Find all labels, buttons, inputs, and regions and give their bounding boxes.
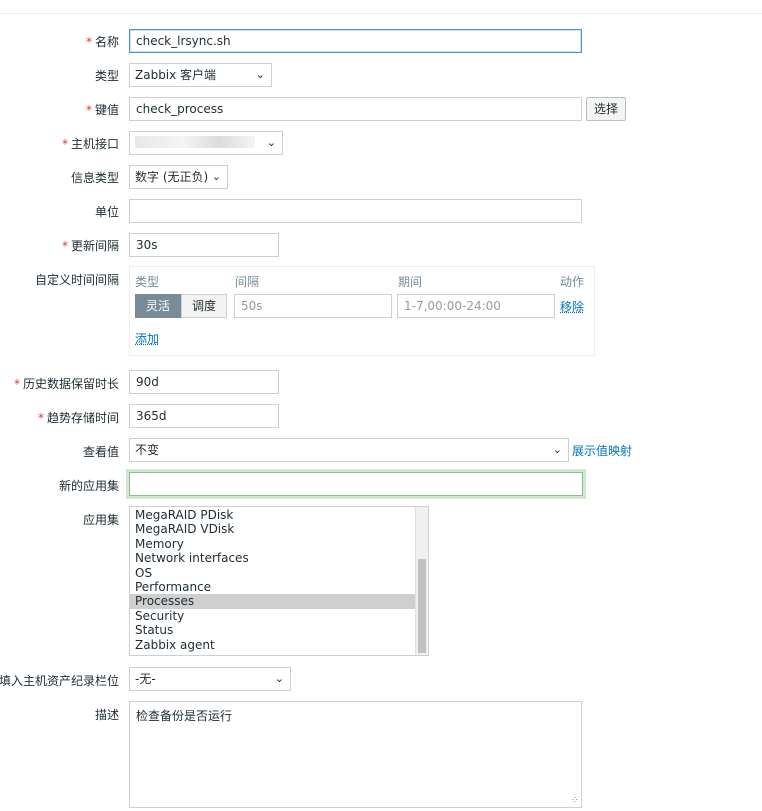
remove-interval-link[interactable]: 移除 <box>560 298 584 315</box>
applications-listbox[interactable]: MegaRAID PDisk MegaRAID VDisk Memory Networ… <box>129 506 429 656</box>
type-select[interactable]: Zabbix 客户端 ⌄ <box>129 63 272 87</box>
top-divider <box>0 13 762 14</box>
info-type-value: 数字 (无正负) <box>135 170 209 184</box>
show-value-value: 不变 <box>135 443 160 457</box>
info-type-select[interactable]: 数字 (无正负) ⌄ <box>129 165 228 189</box>
value-mapping-link[interactable]: 展示值映射 <box>572 442 632 459</box>
new-application-input[interactable] <box>126 469 586 499</box>
host-interface-label: * 主机接口 <box>61 137 119 151</box>
add-interval-link[interactable]: 添加 <box>135 330 159 347</box>
key-label: * 键值 <box>85 103 119 117</box>
type-select-value: Zabbix 客户端 <box>135 68 217 82</box>
application-option[interactable]: Status <box>130 623 415 637</box>
name-input[interactable]: check_lrsync.sh <box>129 29 582 53</box>
units-label: 单位 <box>94 205 119 219</box>
application-option[interactable]: MegaRAID VDisk <box>130 522 415 536</box>
inventory-select[interactable]: -无- ⌄ <box>129 667 291 691</box>
application-option[interactable]: Security <box>130 609 415 623</box>
applications-label: 应用集 <box>82 513 119 527</box>
custom-interval-input[interactable]: 50s <box>234 294 392 318</box>
chevron-down-icon: ⌄ <box>274 672 284 685</box>
resize-grip-icon[interactable]: ⁘ <box>571 795 579 806</box>
interval-type-toggle: 灵活 调度 <box>135 294 228 318</box>
col-period-header: 期间 <box>398 275 423 289</box>
trends-label: * 趋势存储时间 <box>37 411 119 425</box>
description-textarea[interactable]: 检查备份是否运行 ⁘ <box>129 701 582 808</box>
chevron-down-icon: ⌄ <box>266 136 276 149</box>
description-text: 检查备份是否运行 <box>136 709 233 723</box>
chevron-down-icon: ⌄ <box>552 443 562 456</box>
col-interval-header: 间隔 <box>235 275 260 289</box>
chevron-down-icon: ⌄ <box>211 170 221 183</box>
application-option[interactable]: Processes <box>130 594 415 609</box>
redacted-interface-value <box>135 136 255 148</box>
update-interval-label: * 更新间隔 <box>61 239 119 253</box>
history-label: * 历史数据保留时长 <box>13 377 119 391</box>
update-interval-input[interactable]: 30s <box>129 233 279 257</box>
col-action-header: 动作 <box>560 275 585 289</box>
flexible-toggle[interactable]: 灵活 <box>135 294 182 318</box>
inventory-value: -无- <box>135 672 156 686</box>
application-option[interactable]: Memory <box>130 537 415 551</box>
key-input[interactable]: check_process <box>129 97 582 121</box>
application-option[interactable]: Network interfaces <box>130 551 415 565</box>
scheduling-toggle[interactable]: 调度 <box>181 294 228 318</box>
application-option[interactable]: Zabbix agent <box>130 638 415 652</box>
type-label: 类型 <box>94 69 119 83</box>
col-type-header: 类型 <box>135 275 160 289</box>
name-label: * 名称 <box>85 35 119 49</box>
scrollbar-thumb[interactable] <box>418 559 426 653</box>
info-type-label: 信息类型 <box>70 171 119 185</box>
listbox-scrollbar[interactable] <box>415 507 428 655</box>
description-label: 描述 <box>94 708 119 722</box>
application-option[interactable]: MegaRAID PDisk <box>130 508 415 522</box>
custom-period-input[interactable]: 1-7,00:00-24:00 <box>397 294 555 318</box>
show-value-label: 查看值 <box>82 445 119 459</box>
custom-intervals-label: 自定义时间间隔 <box>34 273 119 287</box>
show-value-select[interactable]: 不变 ⌄ <box>129 438 569 462</box>
application-option[interactable]: OS <box>130 566 415 580</box>
history-input[interactable]: 90d <box>129 370 279 394</box>
new-application-label: 新的应用集 <box>58 479 119 493</box>
application-option[interactable]: Performance <box>130 580 415 594</box>
chevron-down-icon: ⌄ <box>255 68 265 81</box>
inventory-label: 填入主机资产纪录栏位 <box>0 674 119 688</box>
key-select-button[interactable]: 选择 <box>586 97 627 121</box>
trends-input[interactable]: 365d <box>129 404 279 428</box>
units-input[interactable] <box>129 199 582 223</box>
